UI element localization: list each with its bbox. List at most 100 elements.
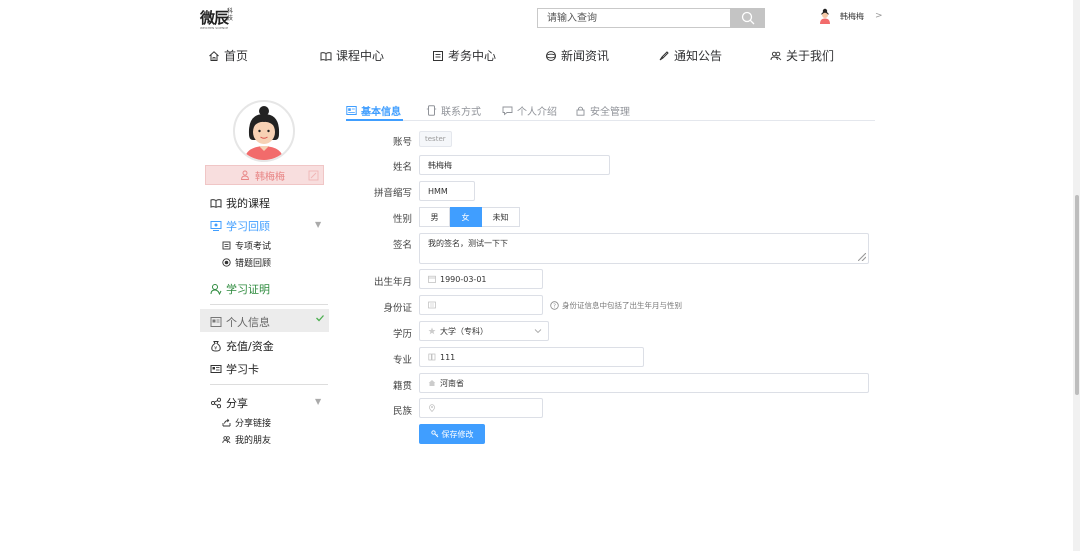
sidebar-sub-my-friends[interactable]: 我的朋友 bbox=[222, 433, 271, 446]
tab-basic-info[interactable]: 基本信息 bbox=[346, 103, 401, 118]
top-username: 韩梅梅 bbox=[840, 11, 864, 21]
logo[interactable]: 微辰 科技 WEICHEN SCIENCE bbox=[200, 6, 240, 30]
key-icon bbox=[430, 430, 438, 438]
logo-sub-text: WEICHEN SCIENCE bbox=[200, 26, 229, 30]
girl-avatar-icon bbox=[245, 106, 283, 160]
link-share-icon bbox=[222, 418, 231, 427]
sidebar-item-share[interactable]: 分享 bbox=[210, 395, 248, 411]
star-icon bbox=[428, 327, 436, 335]
account-label: 账号 bbox=[392, 137, 412, 148]
gender-option-unknown[interactable]: 未知 bbox=[482, 207, 520, 227]
birth-value: 1990-03-01 bbox=[440, 274, 487, 284]
lock-icon bbox=[576, 106, 585, 116]
origin-value: 河南省 bbox=[440, 378, 464, 388]
nav-item-exams[interactable]: 考务中心 bbox=[432, 47, 496, 64]
book-icon bbox=[210, 199, 222, 208]
birth-date-picker[interactable]: 1990-03-01 bbox=[419, 269, 543, 289]
sidebar-item-label: 个人信息 bbox=[226, 316, 270, 329]
svg-text:¥: ¥ bbox=[214, 345, 217, 351]
sidebar-item-label: 充值/资金 bbox=[226, 340, 274, 353]
pinyin-label: 拼音缩写 bbox=[373, 188, 412, 199]
sidebar-item-personal-info[interactable]: 个人信息 bbox=[210, 314, 270, 330]
monitor-icon bbox=[210, 221, 222, 231]
user-avatar-icon bbox=[820, 8, 830, 24]
phone-icon bbox=[426, 105, 437, 116]
certificate-icon bbox=[210, 284, 222, 295]
signature-value: 我的签名，测试一下下 bbox=[428, 239, 508, 248]
sidebar-sub-label: 错题回顾 bbox=[235, 259, 272, 269]
major-field[interactable]: 111 bbox=[419, 347, 644, 367]
sidebar-item-label: 学习回顾 bbox=[226, 220, 270, 233]
chevron-down-icon bbox=[534, 329, 542, 334]
account-value: tester bbox=[425, 135, 446, 143]
id-card-hint: ? 身份证信息中包括了出生年月与性别 bbox=[550, 300, 682, 311]
logo-main-text: 微辰 bbox=[200, 9, 229, 27]
nav-item-courses[interactable]: 课程中心 bbox=[320, 47, 384, 64]
sidebar-item-study-review[interactable]: 学习回顾 bbox=[210, 218, 270, 234]
chevron-down-icon[interactable]: ▼ bbox=[315, 397, 321, 406]
sidebar-item-study-card[interactable]: 学习卡 bbox=[210, 361, 259, 377]
profile-avatar[interactable] bbox=[233, 100, 295, 162]
search-icon bbox=[741, 11, 754, 25]
sidebar-sub-special-exam[interactable]: 专项考试 bbox=[222, 239, 271, 252]
sidebar-item-label: 分享 bbox=[226, 397, 248, 410]
tab-security[interactable]: 安全管理 bbox=[575, 103, 630, 118]
nav-item-home[interactable]: 首页 bbox=[208, 47, 248, 64]
account-field: tester bbox=[419, 131, 452, 147]
id-card-hint-text: 身份证信息中包括了出生年月与性别 bbox=[562, 301, 682, 310]
ethnic-field[interactable] bbox=[419, 398, 543, 418]
active-tab-indicator bbox=[346, 119, 403, 121]
origin-label: 籍贯 bbox=[392, 381, 412, 392]
nav-item-news[interactable]: 新闻资讯 bbox=[545, 47, 609, 64]
education-select[interactable]: 大学（专科） bbox=[419, 321, 549, 341]
profile-name-bar: 韩梅梅 bbox=[205, 165, 324, 185]
gender-option-male[interactable]: 男 bbox=[419, 207, 450, 227]
name-field[interactable]: 韩梅梅 bbox=[419, 155, 610, 175]
save-button[interactable]: 保存修改 bbox=[419, 424, 485, 444]
sidebar-item-certificate[interactable]: 学习证明 bbox=[210, 281, 270, 297]
id-card-field[interactable] bbox=[419, 295, 543, 315]
tab-contact[interactable]: 联系方式 bbox=[426, 103, 481, 118]
sidebar-sub-wrong-review[interactable]: 错题回顾 bbox=[222, 256, 271, 269]
chevron-down-icon[interactable]: ▼ bbox=[315, 220, 321, 229]
nav-label: 新闻资讯 bbox=[561, 49, 610, 63]
id-card-icon bbox=[210, 317, 222, 327]
signature-textarea[interactable]: 我的签名，测试一下下 bbox=[419, 233, 869, 264]
nav-label: 通知公告 bbox=[674, 49, 723, 63]
sidebar-sub-share-link[interactable]: 分享链接 bbox=[222, 416, 271, 429]
sidebar-sub-label: 分享链接 bbox=[235, 419, 272, 429]
news-icon bbox=[546, 50, 556, 61]
share-icon bbox=[210, 397, 222, 409]
resize-handle-icon[interactable] bbox=[858, 253, 866, 261]
search-input[interactable] bbox=[537, 8, 730, 28]
notice-icon bbox=[659, 50, 669, 60]
tab-label: 基本信息 bbox=[361, 107, 401, 118]
profile-name: 韩梅梅 bbox=[240, 168, 285, 183]
search-button[interactable] bbox=[730, 8, 765, 28]
origin-field[interactable]: 河南省 bbox=[419, 373, 869, 393]
major-label: 专业 bbox=[392, 355, 412, 366]
id-card-icon bbox=[428, 301, 436, 309]
sidebar-item-recharge[interactable]: ¥ 充值/资金 bbox=[210, 338, 274, 354]
money-bag-icon: ¥ bbox=[211, 341, 221, 352]
edit-icon[interactable] bbox=[308, 170, 319, 181]
nav-item-about[interactable]: 关于我们 bbox=[770, 47, 834, 64]
major-value: 111 bbox=[440, 352, 456, 362]
scrollbar-thumb[interactable] bbox=[1075, 195, 1079, 395]
sidebar-item-my-courses[interactable]: 我的课程 bbox=[210, 195, 270, 211]
sidebar-divider bbox=[210, 304, 328, 305]
birth-label: 出生年月 bbox=[373, 277, 412, 288]
page: 微辰 科技 WEICHEN SCIENCE 韩梅梅 > 首页 bbox=[0, 0, 1080, 551]
pinyin-field[interactable]: HMM bbox=[419, 181, 475, 201]
logo-side-text: 科技 bbox=[227, 8, 234, 22]
ethnic-label: 民族 bbox=[392, 406, 412, 417]
gender-option-female[interactable]: 女 bbox=[450, 207, 482, 227]
home-icon bbox=[209, 50, 219, 61]
nav-item-notices[interactable]: 通知公告 bbox=[658, 47, 722, 64]
tab-introduction[interactable]: 个人介绍 bbox=[502, 103, 557, 118]
education-value: 大学（专科） bbox=[440, 326, 488, 336]
user-menu[interactable]: 韩梅梅 > bbox=[818, 8, 883, 24]
book-icon bbox=[428, 353, 436, 361]
book-icon bbox=[320, 51, 332, 61]
question-circle-icon: ? bbox=[550, 301, 559, 310]
